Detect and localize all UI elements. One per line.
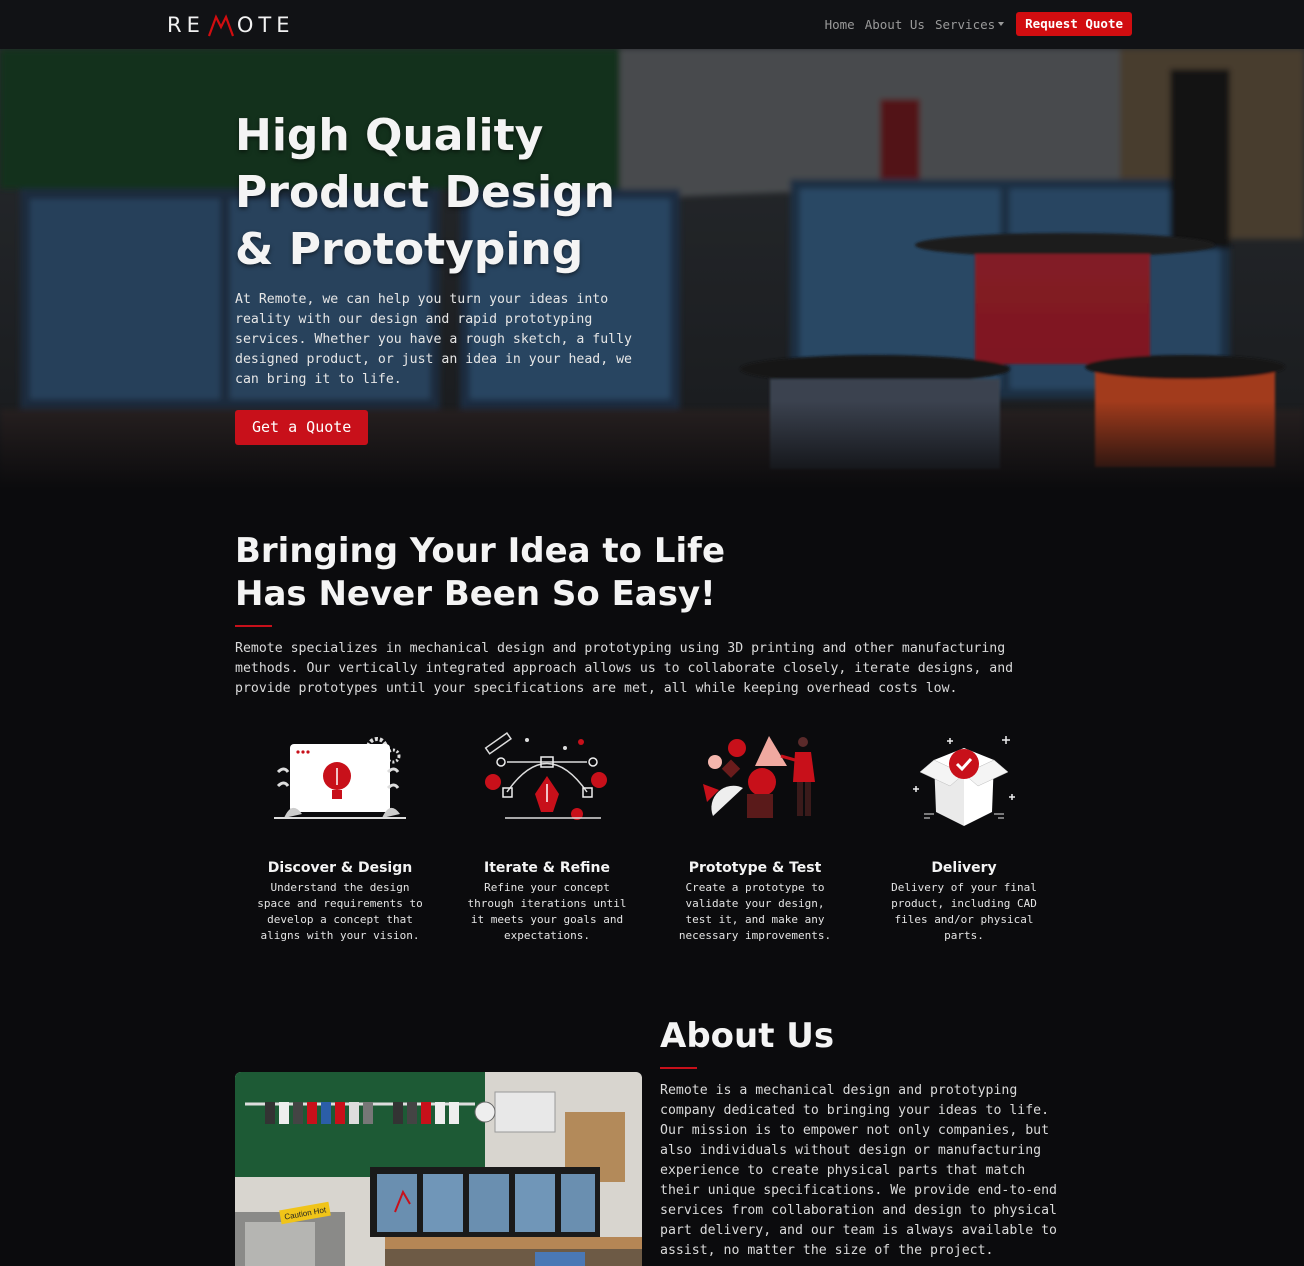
workshop-image: Caution Hot (235, 1072, 642, 1266)
process-title: Bringing Your Idea to Life Has Never Bee… (235, 531, 726, 614)
step-title: Discover & Design (267, 860, 413, 876)
nav-about[interactable]: About Us (865, 17, 925, 32)
hero-section: High Quality Product Design & Prototypin… (0, 49, 1304, 489)
logo-text: RE (167, 13, 205, 37)
hero-content: High Quality Product Design & Prototypin… (235, 107, 655, 445)
step-description: Create a prototype to validate your desi… (678, 881, 832, 942)
pen-tool-icon (484, 732, 607, 820)
step-title: Iterate & Refine (483, 860, 610, 876)
logo[interactable]: RE OTE (167, 12, 295, 38)
request-quote-button[interactable]: Request Quote (1016, 12, 1132, 36)
logo-m-mark (207, 12, 235, 38)
step-prototype-test: Prototype & Test Create a prototype to v… (655, 730, 855, 944)
step-description: Understand the design space and requirem… (257, 881, 423, 942)
process-section: Bringing Your Idea to Life Has Never Bee… (235, 530, 1035, 699)
process-description: Remote specializes in mechanical design … (235, 641, 1014, 696)
box-icon (913, 736, 1015, 826)
lightbulb-icon (274, 737, 406, 819)
step-iterate-refine: Iterate & Refine Refine your concept thr… (447, 730, 647, 944)
nav-links: Home About Us Services Request Quote (815, 12, 1132, 36)
process-steps: Discover & Design Understand the design … (235, 730, 1069, 950)
nav-services-dropdown[interactable]: Services (934, 16, 1005, 32)
chevron-down-icon (998, 22, 1005, 26)
nav-home[interactable]: Home (825, 17, 855, 32)
step-discover-design: Discover & Design Understand the design … (240, 730, 440, 944)
navbar: RE OTE Home About Us Services Request Quo… (0, 0, 1304, 49)
about-divider (660, 1067, 697, 1069)
nav-services-label: Services (934, 16, 996, 32)
step-delivery: Delivery Delivery of your final product,… (864, 730, 1064, 944)
about-description: Remote is a mechanical design and protot… (660, 1083, 1057, 1258)
title-divider (235, 625, 272, 627)
step-title: Prototype & Test (688, 860, 822, 876)
get-quote-button[interactable]: Get a Quote (235, 410, 369, 445)
shapes-icon (703, 736, 815, 818)
about-photo: Caution Hot (235, 1072, 642, 1266)
step-description: Delivery of your final product, includin… (891, 881, 1037, 942)
step-description: Refine your concept through iterations u… (467, 881, 627, 942)
step-title: Delivery (931, 860, 997, 876)
about-section: About Us Remote is a mechanical design a… (660, 1015, 1070, 1261)
about-title: About Us (660, 1016, 835, 1056)
hero-description: At Remote, we can help you turn your ide… (235, 292, 632, 387)
hero-title: High Quality Product Design & Prototypin… (235, 110, 615, 275)
